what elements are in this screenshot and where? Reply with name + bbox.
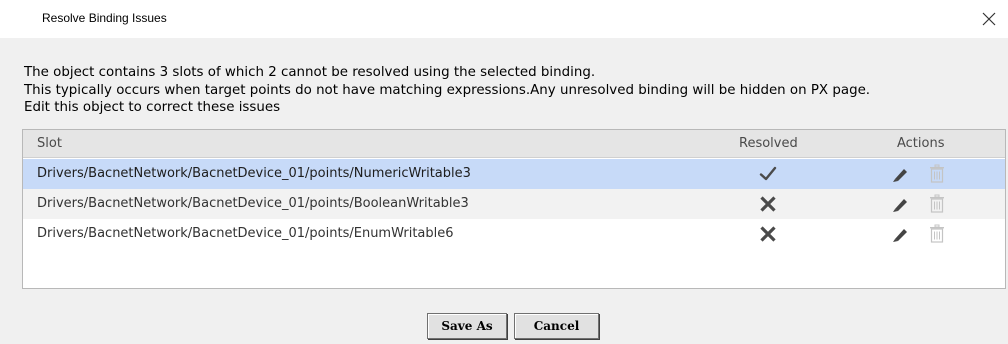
message-line: The object contains 3 slots of which 2 c… bbox=[24, 65, 596, 80]
table-row[interactable]: Drivers/BacnetNetwork/BacnetDevice_01/po… bbox=[23, 219, 1005, 249]
save-as-button[interactable]: Save As bbox=[427, 313, 507, 339]
column-header-actions: Actions bbox=[897, 136, 945, 151]
trash-icon[interactable] bbox=[929, 164, 945, 184]
close-button[interactable] bbox=[976, 6, 1002, 32]
slot-path: Drivers/BacnetNetwork/BacnetDevice_01/po… bbox=[37, 166, 471, 181]
dialog-title: Resolve Binding Issues bbox=[42, 11, 167, 25]
pencil-icon[interactable] bbox=[890, 225, 910, 243]
slot-path: Drivers/BacnetNetwork/BacnetDevice_01/po… bbox=[37, 196, 469, 211]
binding-table: Slot Resolved Actions Drivers/BacnetNetw… bbox=[22, 129, 1006, 289]
table-row[interactable]: Drivers/BacnetNetwork/BacnetDevice_01/po… bbox=[23, 159, 1005, 189]
x-icon bbox=[760, 196, 776, 212]
dialog-message: The object contains 3 slots of which 2 c… bbox=[24, 64, 870, 117]
check-icon bbox=[759, 166, 777, 181]
cancel-button[interactable]: Cancel bbox=[514, 313, 599, 339]
x-icon bbox=[760, 226, 776, 242]
column-header-resolved[interactable]: Resolved bbox=[739, 136, 798, 151]
message-line: This typically occurs when target points… bbox=[24, 82, 871, 98]
message-line: Edit this object to correct these issues bbox=[24, 100, 281, 115]
column-header-slot[interactable]: Slot bbox=[37, 136, 62, 151]
slot-path: Drivers/BacnetNetwork/BacnetDevice_01/po… bbox=[37, 226, 454, 241]
title-bar: Resolve Binding Issues bbox=[0, 0, 1008, 38]
table-row[interactable]: Drivers/BacnetNetwork/BacnetDevice_01/po… bbox=[23, 189, 1005, 219]
table-header: Slot Resolved Actions bbox=[23, 130, 1005, 158]
trash-icon[interactable] bbox=[929, 224, 945, 244]
pencil-icon[interactable] bbox=[890, 165, 910, 183]
close-icon bbox=[982, 12, 996, 26]
trash-icon[interactable] bbox=[929, 194, 945, 214]
pencil-icon[interactable] bbox=[890, 195, 910, 213]
